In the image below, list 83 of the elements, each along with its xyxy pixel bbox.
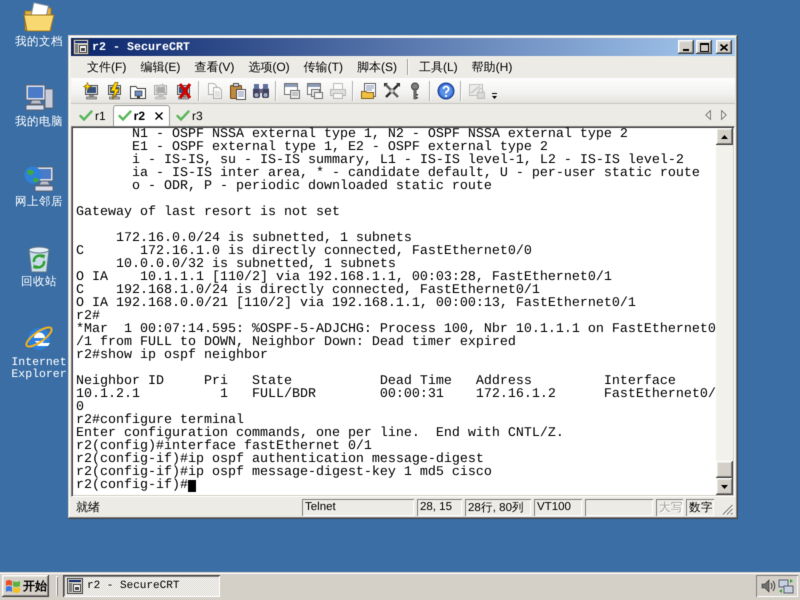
- terminal-line: 172.16.0.0/24 is subnetted, 1 subnets: [114, 232, 412, 245]
- speaker-icon[interactable]: [760, 578, 776, 594]
- paste-icon[interactable]: [228, 82, 246, 100]
- tab[interactable]: r3: [173, 106, 207, 126]
- terminal-line: C 172.16.1.0 is directly connected, FastEthernet0/0: [76, 245, 532, 258]
- terminal-line: r2(config-if)#: [76, 479, 188, 492]
- minimize-icon: [683, 49, 689, 51]
- terminal-line: E1 - OSPF external type 1, E2 - OSPF external type 2: [130, 141, 548, 154]
- shortcut-label[interactable]: 网上邻居: [15, 197, 63, 209]
- menu-item[interactable]: 查看(V): [187, 58, 242, 76]
- terminal-line: o - ODR, P - periodic downloaded static route: [130, 180, 492, 193]
- monitor-sparkle-icon[interactable]: [82, 82, 100, 100]
- minimize-button[interactable]: [678, 40, 694, 54]
- terminal-line: O IA 192.168.0.0/21 [110/2] via 192.168.1.1, 00:00:13, FastEthernet0/1: [76, 297, 636, 310]
- menu-item[interactable]: 传输(T): [296, 58, 350, 76]
- window-title: r2 - SecureCRT: [91, 40, 191, 54]
- terminal-line: ia - IS-IS inter area, * - candidate default, U - per-user static route: [130, 167, 700, 180]
- window-app-icon: [73, 39, 89, 55]
- taskbar-button[interactable]: r2 - SecureCRT: [63, 575, 220, 597]
- menu-item[interactable]: 工具(L): [412, 58, 465, 76]
- terminal-line: r2(config)#interface fastEthernet 0/1: [76, 440, 372, 453]
- terminal-line: 10.0.0.0/32 is subnetted, 1 subnets: [114, 258, 396, 271]
- binoculars-icon[interactable]: [252, 82, 270, 100]
- folder-icon[interactable]: [23, 2, 55, 34]
- scrollbar-thumb[interactable]: [716, 461, 733, 478]
- terminal-line: Enter configuration commands, one per line. End with CNTL/Z.: [76, 427, 564, 440]
- status-indicator: 大写: [656, 498, 683, 516]
- shortcut-label[interactable]: Internet Explorer: [11, 357, 67, 381]
- status-pane: [585, 498, 653, 516]
- window-pages-icon[interactable]: [306, 82, 324, 100]
- shortcut-label[interactable]: 我的电脑: [15, 117, 63, 129]
- shortcut-label[interactable]: 我的文档: [15, 37, 63, 49]
- maximize-button[interactable]: [696, 40, 712, 54]
- start-button[interactable]: 开始: [2, 575, 49, 597]
- status-pane: VT100: [534, 498, 582, 516]
- terminal-line: N1 - OSPF NSSA external type 1, N2 - OSPF NSSA external type 2: [130, 128, 628, 141]
- terminal-line: O IA 10.1.1.1 [110/2] via 192.168.1.1, 00:03:28, FastEthernet0/1: [76, 271, 612, 284]
- crossed-arrows-icon[interactable]: [382, 82, 400, 100]
- close-icon[interactable]: [155, 112, 164, 120]
- help-icon[interactable]: [436, 82, 454, 100]
- terminal-line: Gateway of last resort is not set: [76, 206, 340, 219]
- status-message: 就绪: [76, 498, 100, 516]
- window-page-icon[interactable]: [282, 82, 300, 100]
- status-pane: 28, 15: [417, 498, 462, 516]
- menu-item[interactable]: 编辑(E): [133, 58, 188, 76]
- monitor-lightning-icon[interactable]: [106, 82, 124, 100]
- terminal-line: 0: [76, 401, 84, 414]
- shortcut-label[interactable]: 回收站: [21, 277, 57, 289]
- terminal-line: *Mar 1 00:07:14.595: %OSPF-5-ADJCHG: Process 100, Nbr 10.1.1.1 on FastEthernet0: [76, 323, 716, 336]
- terminal-line: r2(config-if)#ip ospf message-digest-key 1 md5 cisco: [76, 466, 492, 479]
- terminal-line: i - IS-IS, su - IS-IS summary, L1 - IS-IS level-1, L2 - IS-IS level-2: [130, 154, 684, 167]
- maximize-icon: [700, 42, 708, 52]
- flag-icon: [5, 579, 21, 593]
- terminal-line: r2#configure terminal: [76, 414, 244, 427]
- terminal-line: /1 from FULL to DOWN, Neighbor Down: Dead timer expired: [76, 336, 516, 349]
- window-app-icon: [67, 578, 83, 594]
- terminal-line: C 192.168.1.0/24 is directly connected, FastEthernet0/1: [76, 284, 540, 297]
- tab[interactable]: r2: [112, 105, 170, 126]
- terminal-line: r2#: [76, 310, 100, 323]
- tab[interactable]: r1: [76, 106, 110, 126]
- triangle-left-icon[interactable]: [705, 110, 711, 120]
- status-indicator: 数字: [686, 498, 714, 516]
- scroll-up-button[interactable]: [716, 128, 733, 145]
- menu-item[interactable]: 帮助(H): [464, 58, 520, 76]
- close-icon: [720, 44, 728, 50]
- menu-item[interactable]: 选项(O): [241, 58, 297, 76]
- close-button[interactable]: [716, 40, 732, 54]
- arrow-up-icon: [721, 134, 728, 138]
- document-folder-icon[interactable]: [360, 82, 378, 100]
- status-pane: Telnet: [302, 498, 414, 516]
- network-computers-icon[interactable]: [778, 578, 794, 594]
- terminal-line: 10.1.2.1 1 FULL/BDR 00:00:31 172.16.1.2 FastEthernet0/: [76, 388, 716, 401]
- monitor-cross-icon[interactable]: [174, 82, 192, 100]
- menu-item[interactable]: 脚本(S): [350, 58, 404, 76]
- terminal-line: r2(config-if)#ip ospf authentication message-digest: [76, 453, 484, 466]
- arrow-down-icon: [721, 484, 728, 488]
- status-pane: 28行, 80列: [465, 498, 531, 516]
- scroll-down-button[interactable]: [716, 478, 733, 495]
- triangle-right-icon[interactable]: [721, 110, 727, 120]
- terminal-line: Neighbor ID Pri State Dead Time Address Interface: [76, 375, 676, 388]
- resize-grip-icon[interactable]: [722, 504, 733, 515]
- terminal-line: r2#show ip ospf neighbor: [76, 349, 268, 362]
- menu-item[interactable]: 文件(F): [80, 58, 134, 76]
